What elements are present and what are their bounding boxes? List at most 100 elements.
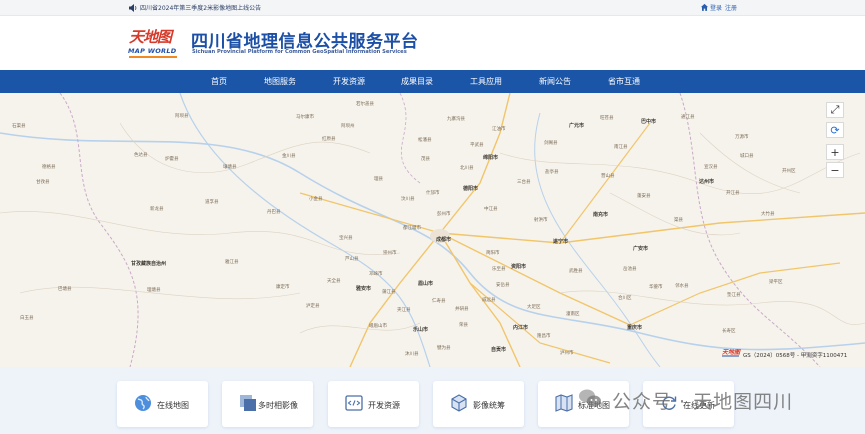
main-nav: 首页 地图服务 开发资源 成果目录 工具应用 新闻公告 省市互通: [0, 70, 865, 93]
map-place-label: 广安市: [633, 246, 649, 252]
map-place-label: 壤塘县: [223, 165, 237, 170]
wechat-icon: [579, 389, 601, 407]
cube-icon: [451, 394, 467, 412]
site-subtitle: Sichuan Provincial Platform for Common G…: [192, 49, 407, 55]
tianditu-logo[interactable]: 天地图 MAP WORLD: [127, 26, 183, 62]
map-place-label: 甘孜藏族自治州: [131, 261, 167, 267]
map-place-label: 道孚县: [205, 200, 219, 205]
map-place-label: 蓬安县: [637, 194, 651, 199]
map-place-label: 邻水县: [675, 284, 689, 289]
map-place-label: 沐川县: [405, 352, 419, 357]
map-place-label: 合川区: [618, 296, 632, 301]
map-place-label: 眉山市: [418, 281, 434, 287]
map-place-label: 万源市: [735, 135, 749, 140]
locate-button[interactable]: ⟳: [826, 122, 844, 138]
map-place-label: 重庆市: [627, 325, 643, 331]
tianditu-badge: 天地图: [722, 348, 741, 357]
map-place-label: 威远县: [482, 298, 496, 303]
svg-text:天地图: 天地图: [722, 348, 741, 356]
map-place-label: 丹巴县: [267, 210, 281, 215]
nav-tools[interactable]: 工具应用: [470, 70, 502, 93]
nav-catalog[interactable]: 成果目录: [401, 70, 433, 93]
map-place-label: 大竹县: [761, 212, 775, 217]
map-place-label: 通江县: [681, 115, 695, 120]
map-place-label: 长寿区: [722, 329, 736, 334]
login-link[interactable]: 登录: [710, 3, 722, 12]
map-place-label: 若尔盖县: [356, 102, 374, 107]
map-place-label: 甘孜县: [36, 180, 50, 185]
map-place-label: 绵阳市: [483, 155, 499, 161]
map-place-label: 内江市: [513, 325, 529, 331]
service-online-map[interactable]: 在线地图: [117, 381, 208, 427]
map-place-label: 开州区: [782, 169, 796, 174]
map-place-label: 新龙县: [150, 207, 164, 212]
map-place-label: 宣汉县: [704, 165, 718, 170]
map-place-label: 垫江县: [727, 293, 741, 298]
map-place-label: 自贡市: [491, 347, 507, 353]
map-place-label: 梁平区: [769, 280, 783, 285]
map-place-label: 华蓥市: [649, 285, 663, 290]
map-place-label: 北川县: [460, 166, 474, 171]
service-dev-resources[interactable]: 开发资源: [328, 381, 419, 427]
nav-province-city[interactable]: 省市互通: [608, 70, 640, 93]
locate-icon: ⟳: [830, 123, 840, 137]
map-view[interactable]: 若尔盖县 马尔康市 金川县 小金县 阿坝州 红原县 理县 汶川县 茂县 松潘县 …: [0, 93, 865, 367]
map-place-label: 达州市: [699, 179, 715, 185]
notice-link[interactable]: 四川省2024年第三季度2米影像地图上线公告: [140, 3, 261, 12]
map-place-label: 潼南区: [566, 312, 580, 317]
map-place-label: 都江堰市: [403, 226, 421, 231]
fullscreen-button[interactable]: ⤢: [826, 102, 844, 118]
service-imagery-coordination[interactable]: 影像统筹: [433, 381, 524, 427]
map-place-label: 资阳市: [511, 264, 527, 270]
map-icon: [555, 394, 573, 412]
map-place-label: 城口县: [740, 154, 754, 159]
map-place-label: 峨眉山市: [369, 324, 387, 329]
map-place-label: 渠县: [674, 218, 683, 223]
service-multitemporal-imagery[interactable]: 多时相影像: [222, 381, 313, 427]
map-place-label: 泸州市: [560, 351, 574, 356]
nav-dev-resources[interactable]: 开发资源: [333, 70, 365, 93]
map-place-label: 蒲江县: [382, 290, 396, 295]
map-place-label: 武胜县: [569, 269, 583, 274]
nav-map-services[interactable]: 地图服务: [264, 70, 296, 93]
map-place-label: 汶川县: [401, 197, 415, 202]
speaker-icon: [129, 4, 137, 12]
map-place-label: 松潘县: [418, 138, 432, 143]
map-place-label: 遂宁市: [553, 239, 569, 245]
expand-icon: ⤢: [830, 103, 840, 116]
nav-home[interactable]: 首页: [211, 70, 227, 93]
map-place-label: 康定市: [276, 285, 290, 290]
zoom-out-button[interactable]: −: [826, 162, 844, 178]
map-place-label: 泸定县: [306, 304, 320, 309]
map-place-label: 江油市: [492, 127, 506, 132]
map-place-label: 阿坝县: [175, 114, 189, 119]
site-header: 天地图 MAP WORLD 四川省地理信息公共服务平台 Sichuan Prov…: [0, 16, 865, 70]
map-place-label: 平武县: [470, 143, 484, 148]
map-place-label: 营山县: [601, 174, 615, 179]
map-place-label: 彭州市: [437, 212, 451, 217]
map-place-label: 成都市: [436, 237, 452, 243]
map-place-label: 炉霍县: [165, 157, 179, 162]
map-place-label: 安岳县: [496, 283, 510, 288]
nav-news[interactable]: 新闻公告: [539, 70, 571, 93]
home-icon: [700, 3, 709, 11]
map-place-label: 剑阁县: [544, 141, 558, 146]
layers-icon: [240, 395, 256, 411]
map-place-label: 金川县: [282, 154, 296, 159]
map-place-label: 色达县: [134, 153, 148, 158]
map-copyright: GS（2024）0568号 - 甲测资字1100471: [743, 353, 848, 359]
map-place-label: 犍为县: [437, 346, 451, 351]
map-place-label: 巴塘县: [58, 287, 72, 292]
zoom-in-button[interactable]: +: [826, 144, 844, 160]
globe-icon: [135, 395, 151, 411]
map-place-label: 马尔康市: [296, 115, 314, 120]
map-place-label: 邛崃市: [369, 272, 383, 277]
map-place-label: 隆昌市: [537, 334, 551, 339]
map-place-label: 旺苍县: [600, 116, 614, 121]
register-link[interactable]: 注册: [725, 3, 737, 12]
map-place-label: 南充市: [593, 212, 609, 218]
map-place-label: 盐亭县: [545, 170, 559, 175]
map-place-label: 白玉县: [20, 316, 34, 321]
map-place-label: 芦山县: [345, 257, 359, 262]
map-place-label: 巴中市: [641, 119, 657, 125]
